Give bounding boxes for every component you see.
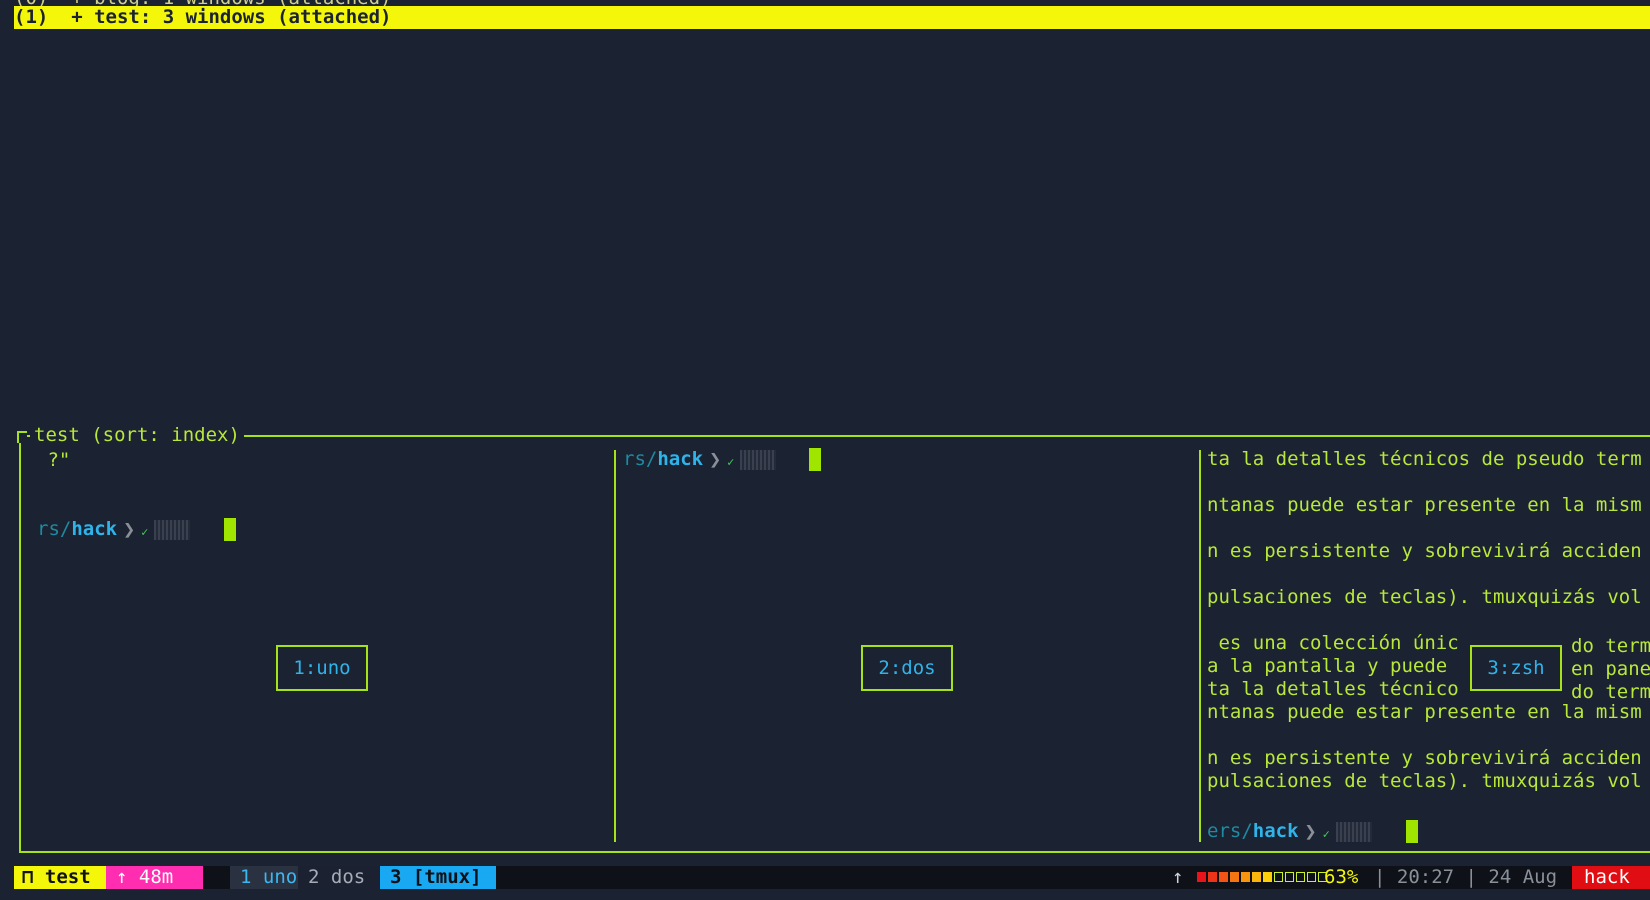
battery-cell [1285, 872, 1294, 882]
pane1-text-line: ?" [36, 449, 71, 471]
window-label-dos[interactable]: 2:dos [861, 645, 953, 691]
pane3-line: a la pantalla y puede [1207, 655, 1459, 677]
window-label-zsh[interactable]: 3:zsh [1470, 645, 1562, 691]
battery-cell [1296, 872, 1305, 882]
frame-corner [17, 431, 27, 443]
pane3-prompt: ers/hack ❯ ✓ [1207, 820, 1372, 843]
pane3-fragment: do term [1571, 635, 1650, 657]
battery-cell [1263, 872, 1272, 882]
prompt-chevron-icon: ❯ [1304, 819, 1317, 843]
pane3-line: n es persistente y sobrevivirá acciden [1207, 540, 1642, 562]
prompt-path-bold: hack [1252, 820, 1299, 842]
pane-separator [614, 450, 616, 842]
window-label-uno[interactable]: 1:uno [276, 645, 368, 691]
prompt-path-bold: hack [71, 518, 118, 540]
check-icon: ✓ [141, 525, 149, 539]
prompt-path-dim: rs/ [37, 518, 72, 540]
status-uptime: ↑ 48m [106, 866, 203, 889]
check-icon: ✓ [1322, 827, 1330, 841]
battery-percent: 63% [1324, 866, 1359, 888]
upload-arrow-icon: ↑ [1172, 866, 1184, 888]
prompt-path-dim: rs/ [623, 448, 658, 470]
pane3-line: ntanas puede estar presente en la mism [1207, 701, 1642, 723]
battery-cell [1252, 872, 1261, 882]
pane3-line: es una colección únic [1207, 632, 1459, 654]
status-hostname: hack [1572, 866, 1650, 889]
prompt-path-bold: hack [657, 448, 704, 470]
status-window-dos[interactable]: 2 dos [298, 866, 380, 889]
pane3-line: ta la detalles técnico [1207, 678, 1459, 700]
preview-title: test (sort: index) [30, 424, 244, 447]
status-window-tmux-active[interactable]: 3 [tmux] [380, 866, 496, 889]
status-session: ⊓ test [14, 866, 106, 889]
battery-cell [1197, 872, 1206, 882]
pane2-cursor [809, 448, 821, 471]
prompt-chevron-icon: ❯ [123, 517, 136, 541]
battery-cell [1307, 872, 1316, 882]
battery-cell [1274, 872, 1283, 882]
pane1-prompt: rs/hack ❯ ✓ [37, 517, 191, 541]
prompt-shade [154, 519, 191, 540]
check-icon: ✓ [727, 455, 735, 469]
battery-gauge [1197, 872, 1327, 884]
status-time-date: | 20:27 | 24 Aug [1374, 866, 1558, 888]
pane3-line: pulsaciones de teclas). tmuxquizás vol [1207, 770, 1642, 792]
battery-cell [1230, 872, 1239, 882]
pane3-fragment: en pane [1571, 658, 1650, 680]
prompt-path-dim: ers/ [1207, 820, 1253, 842]
battery-cell [1241, 872, 1250, 882]
prompt-shade [1335, 821, 1372, 842]
battery-cell [1208, 872, 1217, 882]
pane-separator [1199, 450, 1201, 842]
status-bar: ⊓ test ↑ 48m 1 uno 2 dos 3 [tmux] ↑ 63% … [14, 866, 1650, 889]
session-row-test-selected[interactable]: (1) + test: 3 windows (attached) [14, 6, 1650, 29]
battery-cell [1219, 872, 1228, 882]
status-window-uno[interactable]: 1 uno [230, 866, 298, 889]
pane1-cursor [224, 518, 236, 541]
pane3-fragment: do term [1571, 681, 1650, 703]
pane3-line: ntanas puede estar presente en la mism [1207, 494, 1642, 516]
pane3-cursor [1406, 820, 1418, 843]
pane3-line: n es persistente y sobrevivirá acciden [1207, 747, 1642, 769]
pane3-line: ta la detalles técnicos de pseudo term [1207, 448, 1642, 470]
pane3-line: pulsaciones de teclas). tmuxquizás vol [1207, 586, 1642, 608]
pane2-prompt: rs/hack ❯ ✓ [623, 447, 777, 471]
prompt-shade [740, 449, 777, 470]
prompt-chevron-icon: ❯ [709, 447, 722, 471]
